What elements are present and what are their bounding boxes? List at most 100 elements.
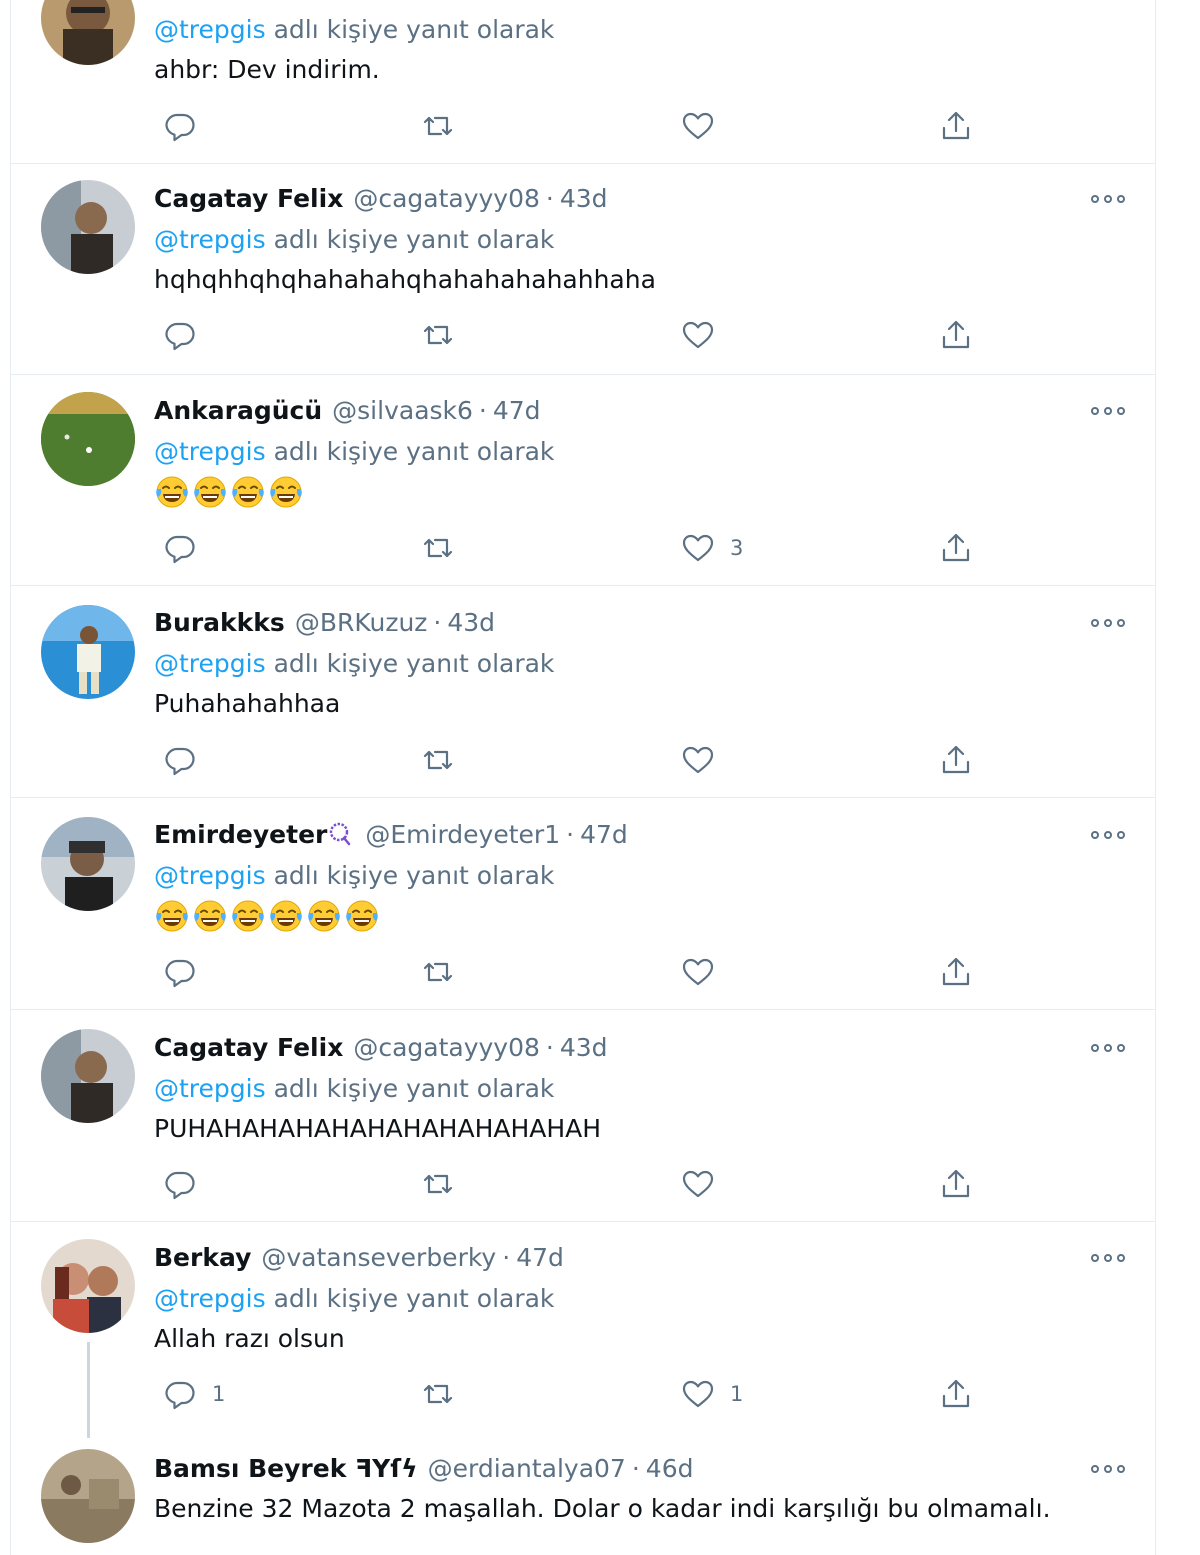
retweet-button[interactable]	[420, 1374, 456, 1414]
timestamp[interactable]: 47d	[516, 1243, 564, 1272]
tweet-actions	[154, 1164, 1014, 1204]
like-button[interactable]	[680, 315, 730, 355]
mention-link[interactable]: @trepgis	[154, 861, 266, 890]
like-button[interactable]	[680, 952, 730, 992]
like-button[interactable]	[680, 740, 730, 780]
reply-prefix: adlı kişiye yanıt olarak	[273, 225, 555, 254]
tweet[interactable]: Emirdeyeter @Emirdeyeter1 · 47d @trepgis ad…	[11, 797, 1155, 1010]
reply-button[interactable]	[162, 315, 212, 355]
tweet-text: Allah razı olsun	[154, 1324, 345, 1353]
like-button[interactable]	[680, 106, 730, 146]
display-name[interactable]: Bamsı Beyrek ꟻYſϟ	[154, 1454, 418, 1483]
reply-icon	[165, 747, 195, 776]
reply-button[interactable]	[162, 528, 212, 568]
more-icon	[1091, 1044, 1099, 1052]
heart-icon	[682, 958, 714, 986]
tweet[interactable]: Ankaragücü @silvaask6 · 47d @trepgis adlı k…	[11, 374, 1155, 586]
timestamp[interactable]: 47d	[580, 820, 628, 849]
display-name-suffix: ꟻYſϟ	[355, 1454, 418, 1483]
display-name[interactable]: Berkay	[154, 1243, 251, 1272]
timestamp[interactable]: 43d	[447, 608, 495, 637]
handle[interactable]: @cagatayyy08	[353, 184, 540, 213]
reply-button[interactable]	[162, 106, 212, 146]
tweet[interactable]: Burakkks @BRKuzuz · 43d @trepgis adlı kişiy…	[11, 585, 1155, 798]
avatar[interactable]	[41, 1449, 135, 1543]
mention-link[interactable]: @trepgis	[154, 225, 266, 254]
tweet[interactable]: Berkay @vatanseverberky · 47d @trepgis adlı…	[11, 1221, 1155, 1445]
retweet-button[interactable]	[420, 1164, 456, 1204]
share-button[interactable]	[938, 1374, 974, 1414]
reply-context: @trepgis adlı kişiye yanıt olarak	[154, 223, 554, 257]
tears-of-joy-emoji-icon	[194, 476, 226, 508]
share-button[interactable]	[938, 952, 974, 992]
avatar[interactable]	[41, 1029, 135, 1123]
reply-context: @trepgis adlı kişiye yanıt olarak	[154, 435, 554, 469]
mention-link[interactable]: @trepgis	[154, 15, 266, 44]
mention-link[interactable]: @trepgis	[154, 649, 266, 678]
timestamp[interactable]: 46d	[646, 1454, 694, 1483]
tweet[interactable]: @trepgis adlı kişiye yanıt olarak ahbr: …	[11, 0, 1155, 164]
handle[interactable]: @BRKuzuz	[295, 608, 428, 637]
avatar[interactable]	[41, 180, 135, 274]
handle[interactable]: @Emirdeyeter1	[365, 820, 560, 849]
reply-prefix: adlı kişiye yanıt olarak	[273, 861, 555, 890]
timestamp[interactable]: 43d	[560, 1033, 608, 1062]
handle[interactable]: @vatanseverberky	[261, 1243, 496, 1272]
more-button[interactable]	[1091, 825, 1125, 845]
avatar[interactable]	[41, 1239, 135, 1333]
reply-button[interactable]	[162, 740, 212, 780]
more-button[interactable]	[1091, 613, 1125, 633]
display-name[interactable]: Burakkks	[154, 608, 285, 637]
retweet-button[interactable]	[420, 952, 456, 992]
like-button[interactable]: 1	[680, 1374, 743, 1414]
avatar[interactable]	[41, 817, 135, 911]
timestamp[interactable]: 43d	[560, 184, 608, 213]
handle[interactable]: @erdiantalya07	[428, 1454, 626, 1483]
display-name[interactable]: Cagatay Felix	[154, 1033, 343, 1062]
tweet[interactable]: Bamsı Beyrek ꟻYſϟ @erdiantalya07 · 46d Benz…	[11, 1445, 1155, 1555]
tweet[interactable]: Cagatay Felix @cagatayyy08 · 43d @trepgis a…	[11, 1009, 1155, 1222]
handle[interactable]: @silvaask6	[332, 396, 473, 425]
heart-icon	[682, 321, 714, 349]
more-button[interactable]	[1091, 1038, 1125, 1058]
share-button[interactable]	[938, 528, 974, 568]
retweet-icon	[423, 962, 453, 982]
more-icon	[1091, 1254, 1099, 1262]
mention-link[interactable]: @trepgis	[154, 1074, 266, 1103]
handle[interactable]: @cagatayyy08	[353, 1033, 540, 1062]
avatar[interactable]	[41, 0, 135, 65]
avatar[interactable]	[41, 392, 135, 486]
more-button[interactable]	[1091, 1248, 1125, 1268]
reply-button[interactable]: 1	[162, 1374, 225, 1414]
avatar[interactable]	[41, 605, 135, 699]
display-name[interactable]: Ankaragücü	[154, 396, 322, 425]
separator-dot: ·	[433, 608, 442, 637]
like-button[interactable]: 3	[680, 528, 743, 568]
timestamp[interactable]: 47d	[493, 396, 541, 425]
mention-link[interactable]: @trepgis	[154, 1284, 266, 1313]
share-button[interactable]	[938, 1164, 974, 1204]
reply-button[interactable]	[162, 952, 212, 992]
tweet[interactable]: Cagatay Felix @cagatayyy08 · 43d @trepgis a…	[11, 163, 1155, 375]
reply-icon	[165, 959, 195, 988]
tweet-actions: 1 1	[154, 1374, 1014, 1414]
display-name[interactable]: Emirdeyeter	[154, 820, 327, 849]
retweet-button[interactable]	[420, 740, 456, 780]
reply-button[interactable]	[162, 1164, 212, 1204]
retweet-button[interactable]	[420, 315, 456, 355]
more-button[interactable]	[1091, 1459, 1125, 1479]
more-button[interactable]	[1091, 189, 1125, 209]
like-button[interactable]	[680, 1164, 730, 1204]
share-button[interactable]	[938, 740, 974, 780]
tweet-actions	[154, 740, 1014, 780]
retweet-button[interactable]	[420, 528, 456, 568]
reply-icon	[165, 535, 195, 564]
tears-of-joy-emoji-icon	[308, 900, 340, 932]
share-icon	[942, 745, 970, 774]
retweet-button[interactable]	[420, 106, 456, 146]
mention-link[interactable]: @trepgis	[154, 437, 266, 466]
more-button[interactable]	[1091, 401, 1125, 421]
share-button[interactable]	[938, 315, 974, 355]
share-button[interactable]	[938, 106, 974, 146]
display-name[interactable]: Cagatay Felix	[154, 184, 343, 213]
